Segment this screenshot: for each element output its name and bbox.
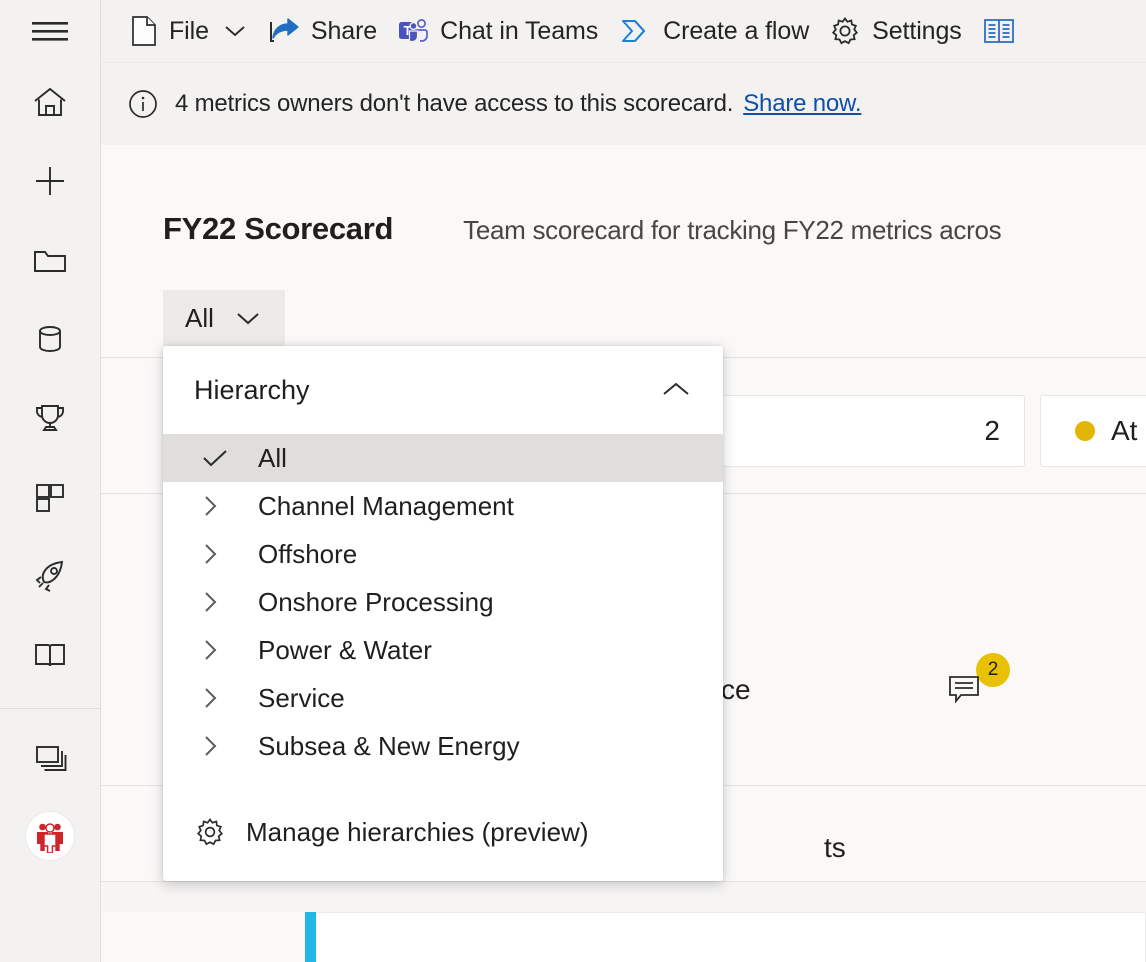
hierarchy-option-all[interactable]: All bbox=[163, 434, 723, 482]
hierarchy-filter-button[interactable]: All bbox=[163, 290, 285, 346]
toolbar-create-a-flow-button[interactable]: Create a flow bbox=[608, 9, 819, 53]
hierarchy-option-power-and-water[interactable]: Power & Water bbox=[163, 626, 723, 674]
comment-icon[interactable] bbox=[947, 674, 983, 711]
sidebar-item-metrics[interactable] bbox=[0, 378, 101, 457]
hierarchy-option-channel-management[interactable]: Channel Management bbox=[163, 482, 723, 530]
command-toolbar: File Share T bbox=[101, 0, 1146, 62]
workspace-avatar-icon bbox=[26, 812, 74, 860]
toolbar-settings-button[interactable]: Settings bbox=[819, 9, 972, 53]
hierarchy-option-label: All bbox=[258, 443, 287, 474]
gear-icon bbox=[829, 15, 861, 47]
table-row[interactable] bbox=[305, 912, 1146, 962]
toolbar-chat-in-teams-button[interactable]: T Chat in Teams bbox=[387, 9, 608, 53]
sidebar-item-workspaces[interactable] bbox=[0, 717, 101, 796]
hierarchy-option-label: Subsea & New Energy bbox=[258, 731, 520, 762]
toolbar-reading-view-button[interactable] bbox=[972, 9, 1026, 53]
sidebar-item-browse[interactable] bbox=[0, 220, 101, 299]
sidebar-item-apps[interactable] bbox=[0, 457, 101, 536]
chevron-right-icon[interactable] bbox=[180, 541, 258, 567]
summary-card-value: 2 bbox=[984, 415, 1000, 447]
status-badge: At ri bbox=[1111, 415, 1146, 447]
info-circle-icon bbox=[126, 87, 160, 121]
sidebar-item-home[interactable] bbox=[0, 62, 101, 141]
chevron-right-icon[interactable] bbox=[180, 685, 258, 711]
page-title: FY22 Scorecard bbox=[163, 211, 393, 247]
toolbar-share-button[interactable]: Share bbox=[258, 9, 387, 53]
left-navigation-rail bbox=[0, 0, 101, 962]
chevron-down-icon bbox=[222, 22, 248, 40]
notification-message: 4 metrics owners don't have access to th… bbox=[175, 90, 733, 118]
power-automate-icon bbox=[618, 16, 652, 46]
power-bi-scorecard-page: File Share T bbox=[0, 0, 1146, 962]
hierarchy-option-service[interactable]: Service bbox=[163, 674, 723, 722]
hierarchy-option-label: Power & Water bbox=[258, 635, 432, 666]
hierarchy-option-onshore-processing[interactable]: Onshore Processing bbox=[163, 578, 723, 626]
metric-accent-bar bbox=[305, 912, 316, 962]
sidebar-item-data-hub[interactable] bbox=[0, 299, 101, 378]
hierarchy-option-label: Onshore Processing bbox=[258, 587, 494, 618]
chevron-up-icon[interactable] bbox=[659, 379, 693, 401]
status-dot-icon bbox=[1075, 421, 1095, 441]
chevron-down-icon bbox=[233, 308, 263, 328]
scorecard-description: Team scorecard for tracking FY22 metrics… bbox=[463, 215, 1001, 246]
toolbar-file-label: File bbox=[169, 17, 209, 46]
sidebar-item-deployment-pipelines[interactable] bbox=[0, 536, 101, 615]
toolbar-create-a-flow-label: Create a flow bbox=[663, 17, 809, 46]
reading-view-icon bbox=[982, 16, 1016, 46]
sidebar-item-learn[interactable] bbox=[0, 615, 101, 694]
summary-card-at-risk[interactable]: At ri bbox=[1040, 395, 1146, 467]
toolbar-share-label: Share bbox=[311, 17, 377, 46]
hierarchy-dropdown-panel: Hierarchy All Channel Management bbox=[163, 346, 723, 881]
teams-icon: T bbox=[397, 16, 429, 46]
rail-divider bbox=[0, 708, 101, 709]
chevron-right-icon[interactable] bbox=[180, 637, 258, 663]
chevron-right-icon[interactable] bbox=[180, 589, 258, 615]
gear-icon bbox=[194, 816, 226, 848]
chevron-right-icon[interactable] bbox=[180, 733, 258, 759]
toolbar-settings-label: Settings bbox=[872, 17, 962, 46]
toolbar-chat-in-teams-label: Chat in Teams bbox=[440, 17, 598, 46]
hierarchy-option-subsea-and-new-energy[interactable]: Subsea & New Energy bbox=[163, 722, 723, 770]
metric-name: ce bbox=[721, 674, 751, 706]
manage-hierarchies-button[interactable]: Manage hierarchies (preview) bbox=[163, 806, 723, 858]
access-notification-bar: 4 metrics owners don't have access to th… bbox=[101, 62, 1146, 145]
share-now-link[interactable]: Share now. bbox=[743, 90, 861, 118]
sidebar-item-create[interactable] bbox=[0, 141, 101, 220]
hierarchy-panel-header: Hierarchy bbox=[163, 346, 723, 434]
share-arrow-icon bbox=[268, 16, 300, 46]
hierarchy-option-label: Service bbox=[258, 683, 345, 714]
chevron-right-icon[interactable] bbox=[180, 493, 258, 519]
metric-name: ts bbox=[824, 832, 846, 864]
hierarchy-panel-title: Hierarchy bbox=[194, 375, 310, 406]
scorecard-title-row: FY22 Scorecard Team scorecard for tracki… bbox=[163, 211, 1001, 247]
checkmark-icon bbox=[180, 446, 258, 470]
comment-count-label: 2 bbox=[988, 659, 999, 681]
hierarchy-option-label: Offshore bbox=[258, 539, 357, 570]
sidebar-item-my-workspace[interactable] bbox=[0, 796, 101, 875]
hierarchy-filter-label: All bbox=[185, 303, 214, 334]
row-band bbox=[101, 882, 1146, 912]
hierarchy-option-label: Channel Management bbox=[258, 491, 514, 522]
hierarchy-option-offshore[interactable]: Offshore bbox=[163, 530, 723, 578]
toolbar-file-button[interactable]: File bbox=[120, 9, 258, 53]
manage-hierarchies-label: Manage hierarchies (preview) bbox=[246, 817, 588, 848]
hamburger-menu-icon[interactable] bbox=[0, 0, 101, 62]
file-document-icon bbox=[130, 15, 158, 47]
